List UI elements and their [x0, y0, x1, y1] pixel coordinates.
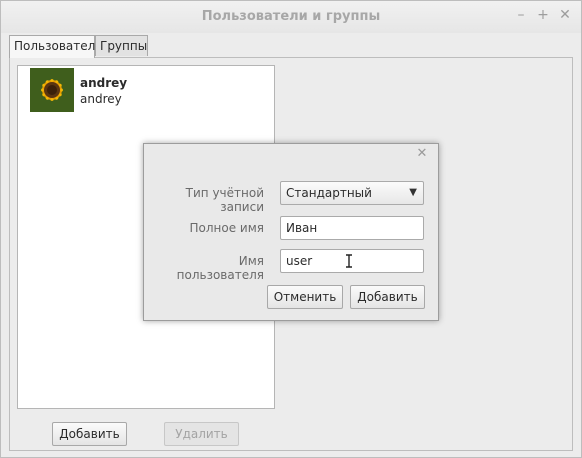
username-value: user — [286, 254, 313, 268]
avatar — [30, 68, 74, 112]
cancel-button[interactable]: Отменить — [267, 285, 343, 309]
user-login-name: andrey — [80, 92, 122, 106]
user-display-name: andrey — [80, 76, 128, 90]
window-title: Пользователи и группы — [201, 9, 381, 24]
close-icon[interactable]: ✕ — [557, 7, 573, 23]
sunflower-icon — [30, 68, 74, 112]
chevron-down-icon: ▼ — [409, 187, 417, 198]
minimize-icon[interactable]: – — [513, 7, 529, 23]
dialog-close-icon[interactable]: ✕ — [414, 146, 430, 162]
account-type-select[interactable]: Стандартный ▼ — [280, 181, 424, 205]
maximize-icon[interactable]: + — [535, 7, 551, 23]
tab-users[interactable]: Пользователи — [9, 35, 103, 58]
text-cursor-icon — [346, 254, 352, 268]
account-type-label: Тип учётной записи — [185, 186, 264, 214]
dialog-add-button[interactable]: Добавить — [350, 285, 425, 309]
tab-groups[interactable]: Группы — [95, 35, 148, 56]
full-name-field[interactable]: Иван — [280, 216, 424, 240]
add-user-button[interactable]: Добавить — [52, 422, 127, 446]
account-type-value: Стандартный — [286, 186, 372, 200]
username-label: Имя пользователя — [176, 254, 264, 282]
full-name-value: Иван — [286, 221, 318, 235]
add-user-dialog: ✕ Тип учётной записи Стандартный ▼ Полно… — [143, 143, 439, 321]
full-name-label: Полное имя — [189, 221, 265, 235]
remove-user-button[interactable]: Удалить — [164, 422, 239, 446]
user-list-item[interactable]: andrey andrey — [30, 68, 260, 114]
title-bar[interactable]: Пользователи и группы – + ✕ — [1, 1, 581, 33]
users-groups-window: Пользователи и группы – + ✕ Пользователи… — [0, 0, 582, 458]
username-field[interactable]: user — [280, 249, 424, 273]
